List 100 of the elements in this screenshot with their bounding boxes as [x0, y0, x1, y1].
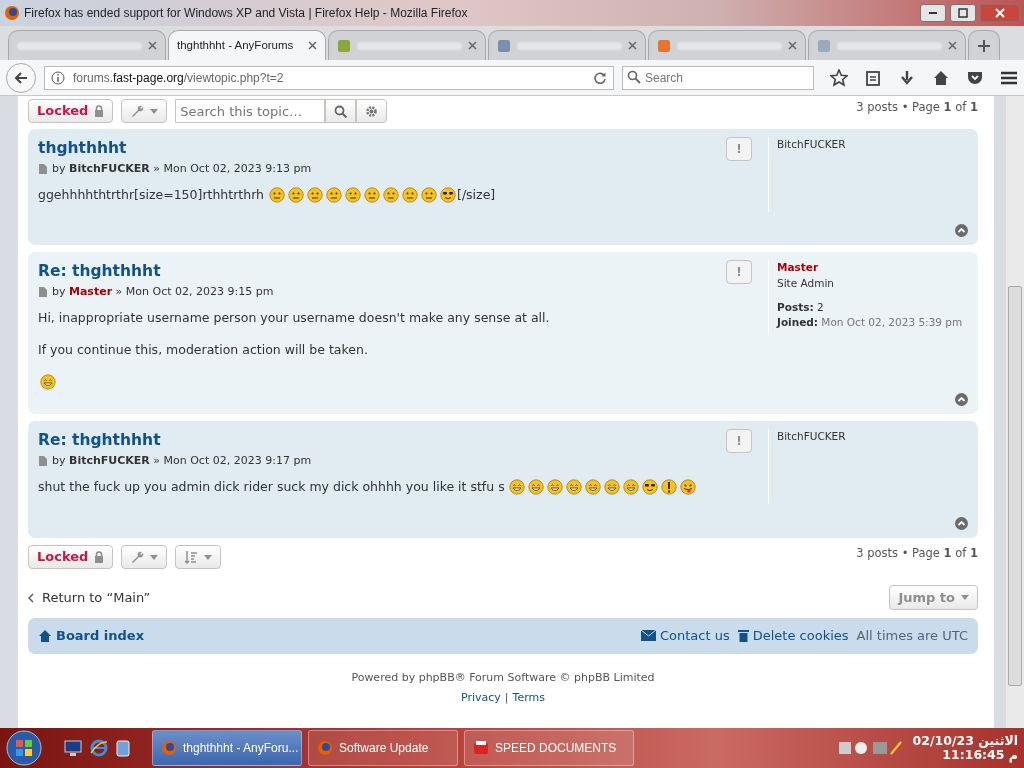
smiley-icon	[401, 186, 418, 203]
close-icon	[995, 8, 1005, 18]
smiley-icon	[680, 478, 697, 495]
smiley-icon	[420, 186, 437, 203]
smiley-icon	[585, 478, 602, 495]
author-name[interactable]: BitchFUCKER	[69, 454, 150, 467]
contact-link[interactable]: Contact us	[641, 626, 730, 646]
scrollbar-thumb[interactable]	[1008, 286, 1022, 686]
smiley-icon	[547, 478, 564, 495]
minimize-button[interactable]	[920, 4, 946, 22]
taskbar-button[interactable]: thghthhht - AnyForu...	[152, 730, 302, 766]
smiley-icon	[268, 186, 285, 203]
taskbar-button[interactable]: Software Update	[308, 730, 458, 766]
post-title[interactable]: Re: thghthhht	[38, 260, 161, 284]
smiley-icon	[39, 374, 56, 390]
clock-time: م 11:16:45	[942, 748, 1018, 763]
profile-username[interactable]: BitchFUCKER	[777, 137, 968, 153]
back-button[interactable]	[6, 62, 36, 93]
address-bar[interactable]: forums.fast-page.org/viewtopic.php?t=2	[44, 65, 614, 90]
back-to-top-icon[interactable]	[955, 517, 968, 530]
maximize-button[interactable]	[950, 4, 976, 22]
topic-search-field[interactable]: Search this topic…	[175, 99, 326, 123]
post-text: If you continue this, moderation action will be taken.	[38, 341, 368, 360]
tools-dropdown[interactable]	[121, 545, 168, 569]
monitor-icon[interactable]	[64, 739, 82, 757]
post-text: Hi, inappropriate username person your username doesn't make any sense at all.	[38, 308, 550, 327]
smiley-icon	[566, 478, 583, 495]
caret-icon	[150, 554, 159, 560]
privacy-link[interactable]: Privacy	[461, 690, 501, 707]
tools-dropdown[interactable]	[121, 99, 168, 123]
tray-icons-drawing	[838, 739, 905, 757]
close-icon[interactable]	[948, 41, 957, 50]
caret-icon	[150, 108, 159, 114]
profile-username[interactable]: Master	[777, 260, 968, 276]
author-name[interactable]: BitchFUCKER	[69, 162, 150, 175]
search-field[interactable]: Search	[622, 66, 814, 90]
internet-explorer-icon[interactable]	[90, 739, 108, 757]
close-icon[interactable]	[148, 41, 157, 50]
close-icon[interactable]	[788, 41, 797, 50]
profile-rank: Site Admin	[777, 275, 835, 291]
close-icon[interactable]	[468, 41, 477, 50]
minimize-icon	[929, 12, 937, 14]
close-button[interactable]	[980, 4, 1020, 22]
url-text: forums.fast-page.org/viewtopic.php?t=2	[73, 69, 285, 87]
back-to-top-icon[interactable]	[955, 224, 968, 237]
home-icon	[38, 629, 52, 643]
smiley-icon	[325, 186, 342, 203]
post-text: [/size]	[457, 185, 496, 204]
window-title: Firefox has ended support for Windows XP and Vista | Firefox Help - Mozilla Firefox	[24, 5, 468, 22]
post-title[interactable]: thghthhht	[38, 137, 127, 161]
smiley-icon	[363, 186, 380, 203]
post-text: shut the fuck up you admin dick rider suck my dick ohhhh you like it stfu s	[38, 477, 505, 496]
tab-favicon-icon	[497, 38, 511, 53]
browser-tab[interactable]: thghthhht - AnyForums	[168, 30, 326, 60]
browser-logo-icon	[4, 5, 20, 21]
download-icon[interactable]	[898, 68, 916, 87]
clipboard-icon[interactable]	[864, 68, 882, 87]
smiley-icon	[509, 478, 526, 495]
smiley-icon	[306, 186, 323, 203]
smiley-icon	[528, 478, 545, 495]
new-tab-button[interactable]	[968, 30, 1000, 60]
post-text: ggehhhhthtrthr[size=150]rthhtrthrh	[38, 185, 264, 204]
close-icon[interactable]	[308, 41, 317, 50]
search-button[interactable]	[325, 99, 357, 123]
smiley-icon	[661, 478, 678, 495]
locked-button[interactable]: Locked	[28, 99, 114, 123]
locked-button[interactable]: Locked	[28, 545, 114, 569]
tab-favicon-icon	[657, 38, 671, 53]
reload-icon[interactable]	[593, 70, 607, 85]
home-icon[interactable]	[932, 68, 950, 87]
advanced-search-button[interactable]	[356, 99, 388, 123]
document-stack-icon	[473, 740, 489, 756]
profile-username[interactable]: BitchFUCKER	[777, 429, 968, 445]
smiley-icon	[344, 186, 361, 203]
close-icon[interactable]	[628, 41, 637, 50]
profile-posts: Posts: 2	[777, 299, 825, 315]
info-icon	[51, 70, 65, 85]
post-title[interactable]: Re: thghthhht	[38, 429, 161, 453]
chevron-left-icon	[28, 592, 34, 603]
start-button-icon[interactable]	[6, 730, 42, 766]
smiley-icon	[623, 478, 640, 495]
trash-icon	[737, 629, 749, 643]
browser-logo-icon	[161, 740, 177, 756]
terms-link[interactable]: Terms	[512, 690, 545, 707]
caret-icon	[204, 554, 213, 560]
back-to-top-icon[interactable]	[955, 393, 968, 406]
taskbar-button[interactable]: SPEED DOCUMENTS	[464, 730, 634, 766]
post-meta: by Master » Mon Oct 02, 2023 9:15 pm	[52, 284, 274, 300]
search-icon	[334, 104, 348, 118]
browser-tab[interactable]	[488, 30, 646, 60]
profile-joined: Joined: Mon Oct 02, 2023 5:39 pm	[777, 315, 964, 331]
return-link[interactable]: Return to “Main”	[28, 587, 151, 608]
bookmark-star-icon[interactable]	[830, 68, 848, 87]
recycle-bin-icon[interactable]	[116, 739, 130, 757]
plus-icon	[977, 38, 991, 53]
delete-cookies-link[interactable]: Delete cookies	[737, 626, 849, 646]
timezone-text: All times are UTC	[856, 627, 968, 645]
author-name[interactable]: Master	[69, 285, 113, 298]
post-meta: by BitchFUCKER » Mon Oct 02, 2023 9:17 pm	[52, 453, 312, 469]
board-index-link[interactable]: Board index	[38, 626, 145, 646]
